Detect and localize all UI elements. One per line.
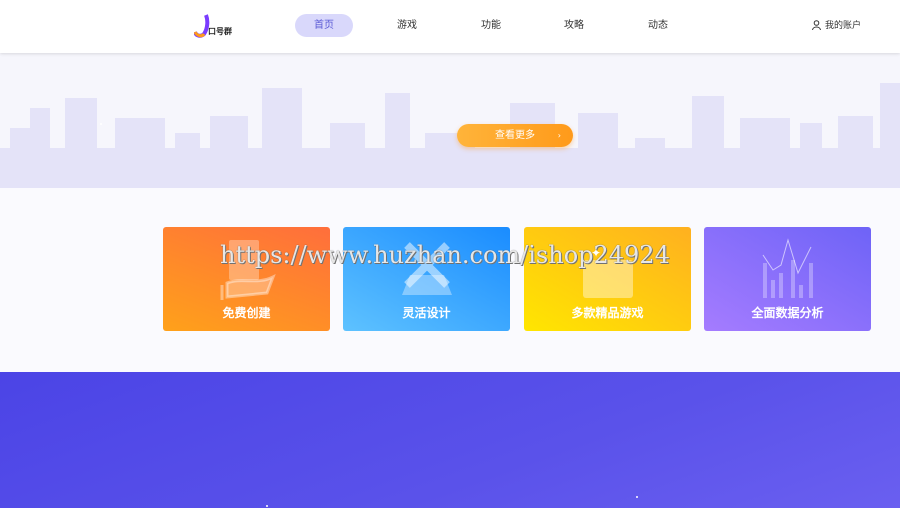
nav-games[interactable]: 游戏 [380, 14, 434, 37]
nav-guides[interactable]: 攻略 [547, 14, 601, 37]
watermark-text: https://www.huzhan.com/ishop24924 [220, 241, 670, 269]
view-more-button[interactable]: 查看更多 › [457, 124, 573, 147]
account-link[interactable]: 我的账户 [812, 18, 861, 31]
feature-card-data-analysis[interactable]: 全面数据分析 [704, 227, 871, 331]
features-section: 免费创建 灵活设计 ✦ 多款精品游戏 全面数据分析 [0, 188, 900, 372]
hero-banner [0, 53, 900, 188]
bottom-section [0, 372, 900, 508]
nav-news[interactable]: 动态 [631, 14, 685, 37]
nav-home[interactable]: 首页 [295, 14, 353, 37]
chevron-right-icon: › [557, 131, 561, 140]
city-skyline-illustration [0, 83, 900, 188]
logo[interactable]: 口号群 [193, 14, 244, 38]
user-icon [812, 19, 821, 30]
chart-icon [762, 238, 813, 298]
nav-features[interactable]: 功能 [464, 14, 518, 37]
header: 口号群 首页 游戏 功能 攻略 动态 我的账户 [0, 0, 900, 53]
